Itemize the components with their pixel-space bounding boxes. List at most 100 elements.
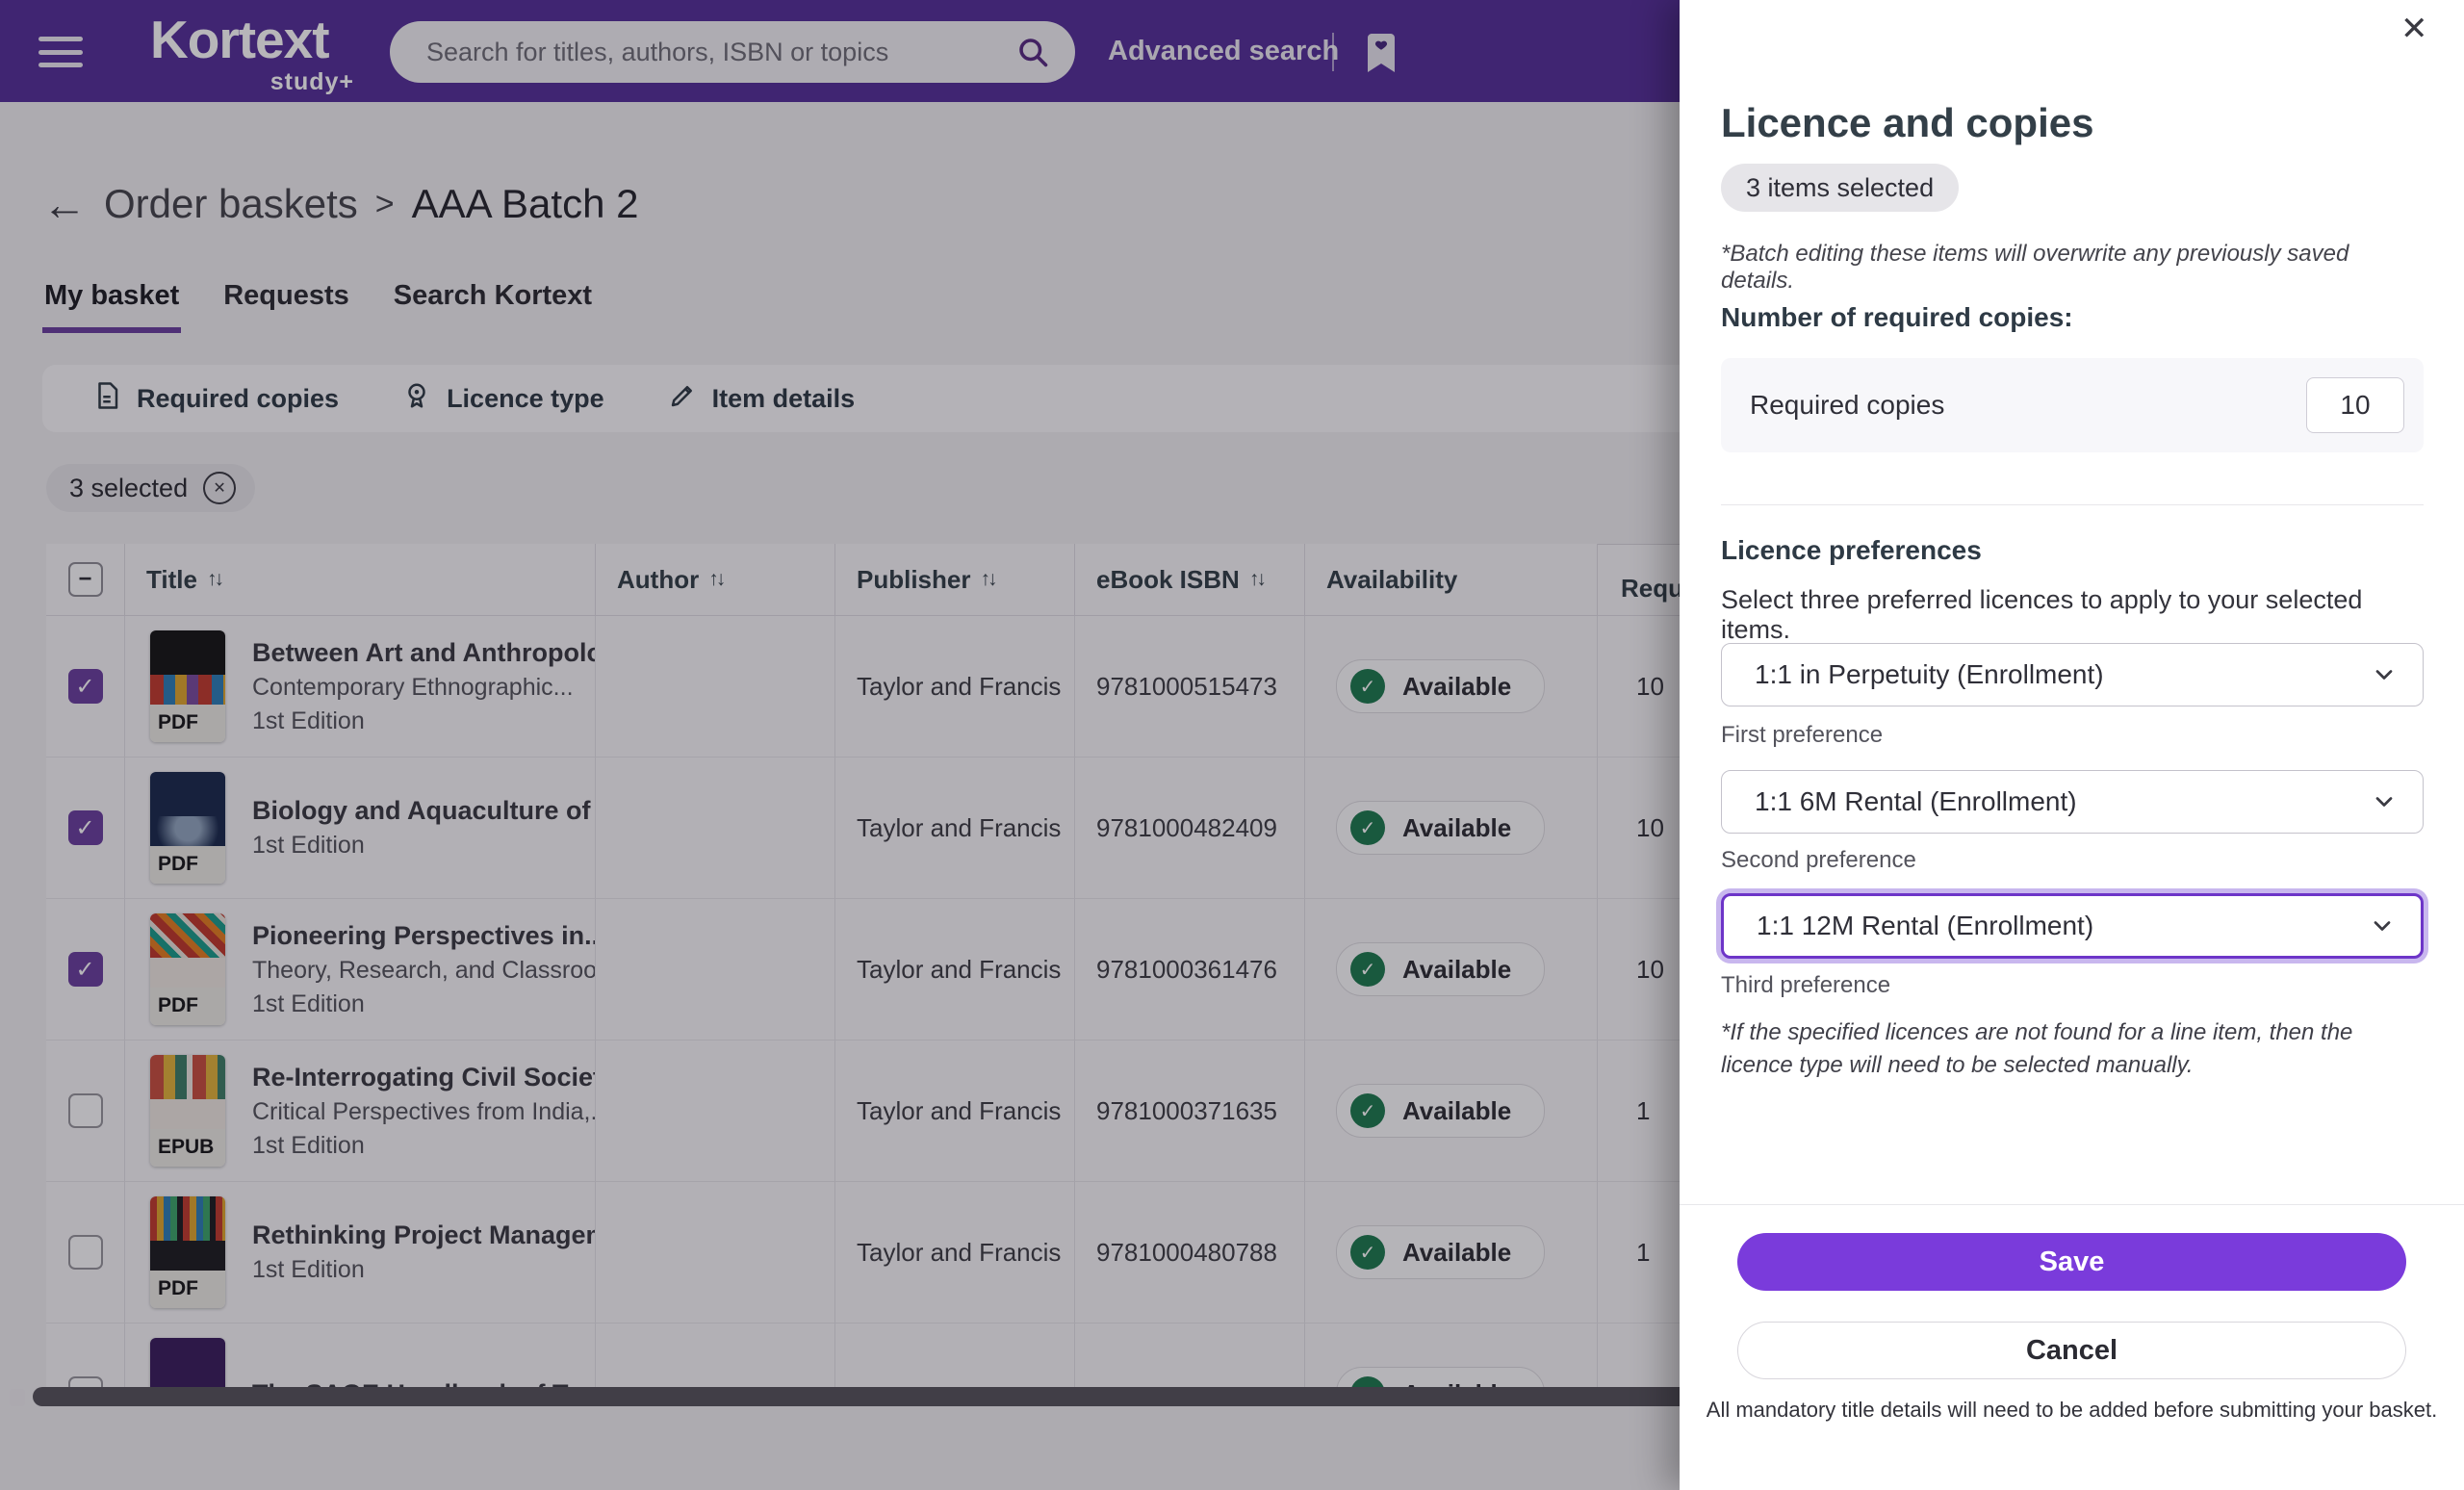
book-title[interactable]: The SAGE Handbook of Teachi... — [252, 1379, 595, 1388]
chevron-down-icon — [2369, 912, 2396, 939]
availability-badge: ✓Available — [1336, 942, 1545, 996]
book-title[interactable]: Between Art and Anthropology — [252, 638, 595, 668]
licence-preference-select-3[interactable]: 1:1 12M Rental (Enrollment) — [1721, 893, 2424, 959]
search-input[interactable]: Search for titles, authors, ISBN or topi… — [390, 21, 1075, 83]
title-cell: EPUB Re-Interrogating Civil Society in...… — [125, 1040, 596, 1182]
format-badge: PDF — [150, 846, 225, 884]
availability-cell: ✓Available — [1305, 899, 1598, 1040]
row-checkbox[interactable]: ✓ — [68, 669, 103, 704]
book-cover-thumbnail: PDF — [150, 1196, 225, 1308]
book-title[interactable]: Pioneering Perspectives in... — [252, 921, 595, 951]
batch-edit-note: *Batch editing these items will overwrit… — [1721, 241, 2418, 295]
author-cell — [596, 1323, 835, 1387]
close-icon[interactable]: ✕ — [2395, 4, 2434, 54]
items-selected-badge: 3 items selected — [1721, 164, 1959, 212]
row-checkbox[interactable]: ✓ — [68, 810, 103, 845]
save-button[interactable]: Save — [1737, 1233, 2406, 1291]
publisher-cell: Taylor and Francis — [835, 616, 1075, 758]
preference-label-3: Third preference — [1721, 972, 1890, 999]
licence-preference-select-1[interactable]: 1:1 in Perpetuity (Enrollment) — [1721, 643, 2424, 706]
column-header-ebook-isbn[interactable]: eBook ISBN↑↓ — [1075, 544, 1305, 616]
available-check-icon: ✓ — [1350, 952, 1385, 987]
logo-text: Kortext — [150, 13, 354, 66]
bookmark-heart-icon[interactable] — [1367, 33, 1396, 78]
row-checkbox[interactable]: ✓ — [68, 952, 103, 987]
cancel-button[interactable]: Cancel — [1737, 1322, 2406, 1379]
advanced-search-link[interactable]: Advanced search — [1108, 0, 1339, 102]
publisher-cell — [835, 1323, 1075, 1387]
author-cell — [596, 1040, 835, 1182]
book-subtitle: Theory, Research, and Classroom... — [252, 957, 595, 985]
required-copies-card: Required copies — [1721, 358, 2424, 452]
hscroll-left-nub[interactable] — [10, 1389, 25, 1406]
book-subtitle: Contemporary Ethnographic... — [252, 674, 595, 702]
availability-badge: ✓Available — [1336, 659, 1545, 713]
required-copies-action[interactable]: Required copies — [92, 381, 339, 417]
column-header-publisher[interactable]: Publisher↑↓ — [835, 544, 1075, 616]
kortext-logo[interactable]: Kortext study+ — [150, 13, 354, 96]
available-check-icon: ✓ — [1350, 1093, 1385, 1128]
sort-icon[interactable]: ↑↓ — [980, 568, 994, 591]
book-cover-thumbnail — [150, 1338, 225, 1387]
title-cell: PDF Rethinking Project Management... 1st E… — [125, 1182, 596, 1323]
availability-badge: ✓Available — [1336, 1084, 1545, 1138]
tab-my-basket[interactable]: My basket — [42, 274, 181, 333]
column-header-title[interactable]: Title↑↓ — [125, 544, 596, 616]
selection-count-label: 3 selected — [69, 474, 188, 503]
back-arrow-icon[interactable]: ← — [42, 182, 87, 226]
book-cover-thumbnail: PDF — [150, 772, 225, 884]
chevron-down-icon — [2371, 661, 2398, 688]
availability-cell: ✓Available — [1305, 758, 1598, 899]
mandatory-details-note: All mandatory title details will need to… — [1680, 1398, 2464, 1423]
author-cell — [596, 1182, 835, 1323]
row-checkbox[interactable] — [68, 1235, 103, 1270]
chevron-down-icon — [2371, 788, 2398, 815]
preference-label-2: Second preference — [1721, 847, 1916, 874]
publisher-cell: Taylor and Francis — [835, 1182, 1075, 1323]
book-cover-thumbnail: EPUB — [150, 1055, 225, 1167]
sort-icon[interactable]: ↑↓ — [207, 568, 221, 591]
item-details-action[interactable]: Item details — [668, 381, 856, 417]
menu-icon[interactable] — [38, 37, 83, 67]
sort-icon[interactable]: ↑↓ — [1249, 568, 1264, 591]
sort-icon[interactable]: ↑↓ — [708, 568, 723, 591]
licence-type-action[interactable]: Licence type — [402, 381, 604, 417]
licence-preferences-subtext: Select three preferred licences to apply… — [1721, 585, 2424, 645]
licence-preference-select-2[interactable]: 1:1 6M Rental (Enrollment) — [1721, 770, 2424, 834]
book-edition: 1st Edition — [252, 990, 595, 1018]
column-header-author[interactable]: Author↑↓ — [596, 544, 835, 616]
column-header-availability: Availability — [1305, 544, 1598, 616]
preference-label-1: First preference — [1721, 722, 1883, 749]
availability-cell: ✓Available — [1305, 1040, 1598, 1182]
row-checkbox[interactable] — [68, 1093, 103, 1128]
licence-badge-icon — [402, 381, 431, 417]
clear-selection-icon[interactable]: ✕ — [203, 472, 236, 504]
author-cell — [596, 616, 835, 758]
breadcrumb-parent[interactable]: Order baskets — [104, 181, 358, 227]
availability-badge: ✓Available — [1336, 1367, 1545, 1387]
select-all-checkbox[interactable]: − — [68, 562, 103, 597]
licence-copies-panel: ✕ Licence and copies 3 items selected *B… — [1680, 0, 2464, 1490]
isbn-cell: 9781000480788 — [1075, 1182, 1305, 1323]
book-edition: 1st Edition — [252, 707, 595, 735]
format-badge: EPUB — [150, 1129, 225, 1167]
tab-search-kortext[interactable]: Search Kortext — [392, 274, 594, 333]
book-edition: 1st Edition — [252, 1256, 595, 1284]
available-check-icon: ✓ — [1350, 1235, 1385, 1270]
book-title[interactable]: Re-Interrogating Civil Society in... — [252, 1063, 595, 1092]
search-placeholder: Search for titles, authors, ISBN or topi… — [426, 38, 1015, 67]
book-title[interactable]: Rethinking Project Management... — [252, 1220, 595, 1250]
title-cell: PDFPioneering Perspectives in...Theory, … — [125, 899, 596, 1040]
book-cover-thumbnail: PDF — [150, 630, 225, 742]
availability-badge: ✓Available — [1336, 801, 1545, 855]
search-icon[interactable] — [1015, 35, 1050, 69]
required-copies-input[interactable] — [2306, 377, 2404, 433]
tab-requests[interactable]: Requests — [221, 274, 351, 333]
required-copies-label: Required copies — [1750, 390, 1944, 421]
publisher-cell: Taylor and Francis — [835, 1040, 1075, 1182]
row-checkbox[interactable] — [68, 1376, 103, 1387]
book-title[interactable]: Biology and Aquaculture of Tilapia — [252, 796, 595, 826]
title-cell: PDF Between Art and Anthropology Contempor… — [125, 616, 596, 758]
title-cell: PDFBiology and Aquaculture of Tilapia1st… — [125, 758, 596, 899]
pencil-icon — [668, 381, 697, 417]
